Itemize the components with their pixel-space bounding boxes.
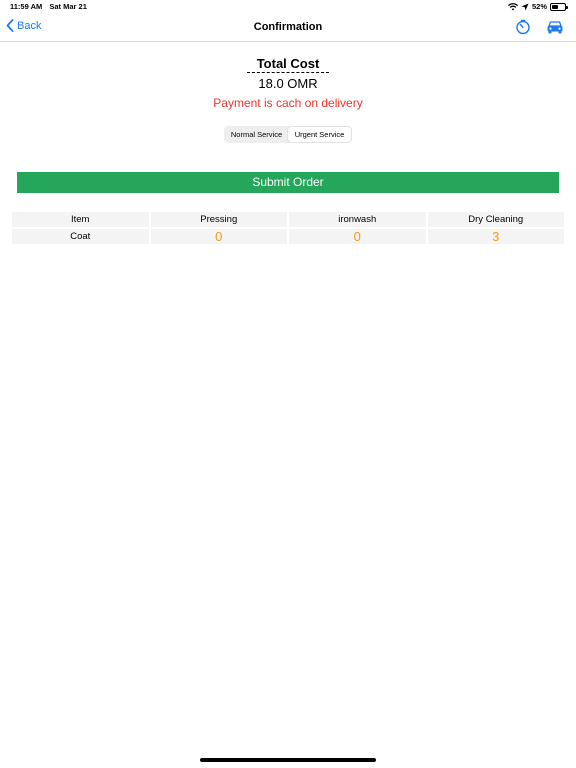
home-indicator: [200, 758, 376, 762]
header-item: Item: [12, 212, 149, 227]
delivery-button[interactable]: [546, 19, 564, 40]
cell-ironwash-count: 0: [289, 229, 426, 244]
table-header-row: Item Pressing ironwash Dry Cleaning: [12, 212, 564, 227]
cell-pressing-count: 0: [150, 229, 287, 244]
location-arrow-icon: [521, 3, 529, 10]
confirmation-screen: 11:59 AM Sat Mar 21 52% Back Confirmatio…: [0, 0, 576, 768]
navigation-bar: Back Confirmation: [0, 14, 576, 42]
table-row: Coat 0 0 3: [12, 229, 564, 244]
battery-level: [552, 4, 559, 9]
page-title: Confirmation: [253, 21, 323, 33]
status-bar: 11:59 AM Sat Mar 21 52%: [0, 0, 576, 14]
segment-normal-service[interactable]: Normal Service: [225, 127, 288, 142]
history-button[interactable]: [515, 19, 531, 40]
header-dry-cleaning: Dry Cleaning: [427, 212, 564, 227]
timer-icon: [516, 19, 530, 35]
status-time: 11:59 AM: [10, 2, 43, 11]
status-date: Sat Mar 21: [49, 2, 87, 11]
car-icon: [547, 21, 563, 34]
header-ironwash: ironwash: [289, 212, 426, 227]
total-cost-amount: 18.0 OMR: [258, 76, 318, 91]
submit-order-button[interactable]: Submit Order: [17, 172, 559, 193]
order-table: Item Pressing ironwash Dry Cleaning Coat…: [12, 212, 564, 246]
wifi-icon: [507, 2, 518, 10]
battery-icon: [550, 2, 568, 11]
cell-dry-cleaning-count: 3: [427, 229, 564, 244]
segment-urgent-service[interactable]: Urgent Service: [288, 127, 351, 142]
payment-note: Payment is cach on delivery: [213, 96, 363, 110]
battery-percent: 52%: [531, 2, 547, 11]
total-cost-title: Total Cost: [246, 56, 330, 73]
cell-item-name: Coat: [12, 229, 149, 244]
header-pressing: Pressing: [150, 212, 287, 227]
service-type-segmented-control: Normal Service Urgent Service: [224, 126, 352, 143]
